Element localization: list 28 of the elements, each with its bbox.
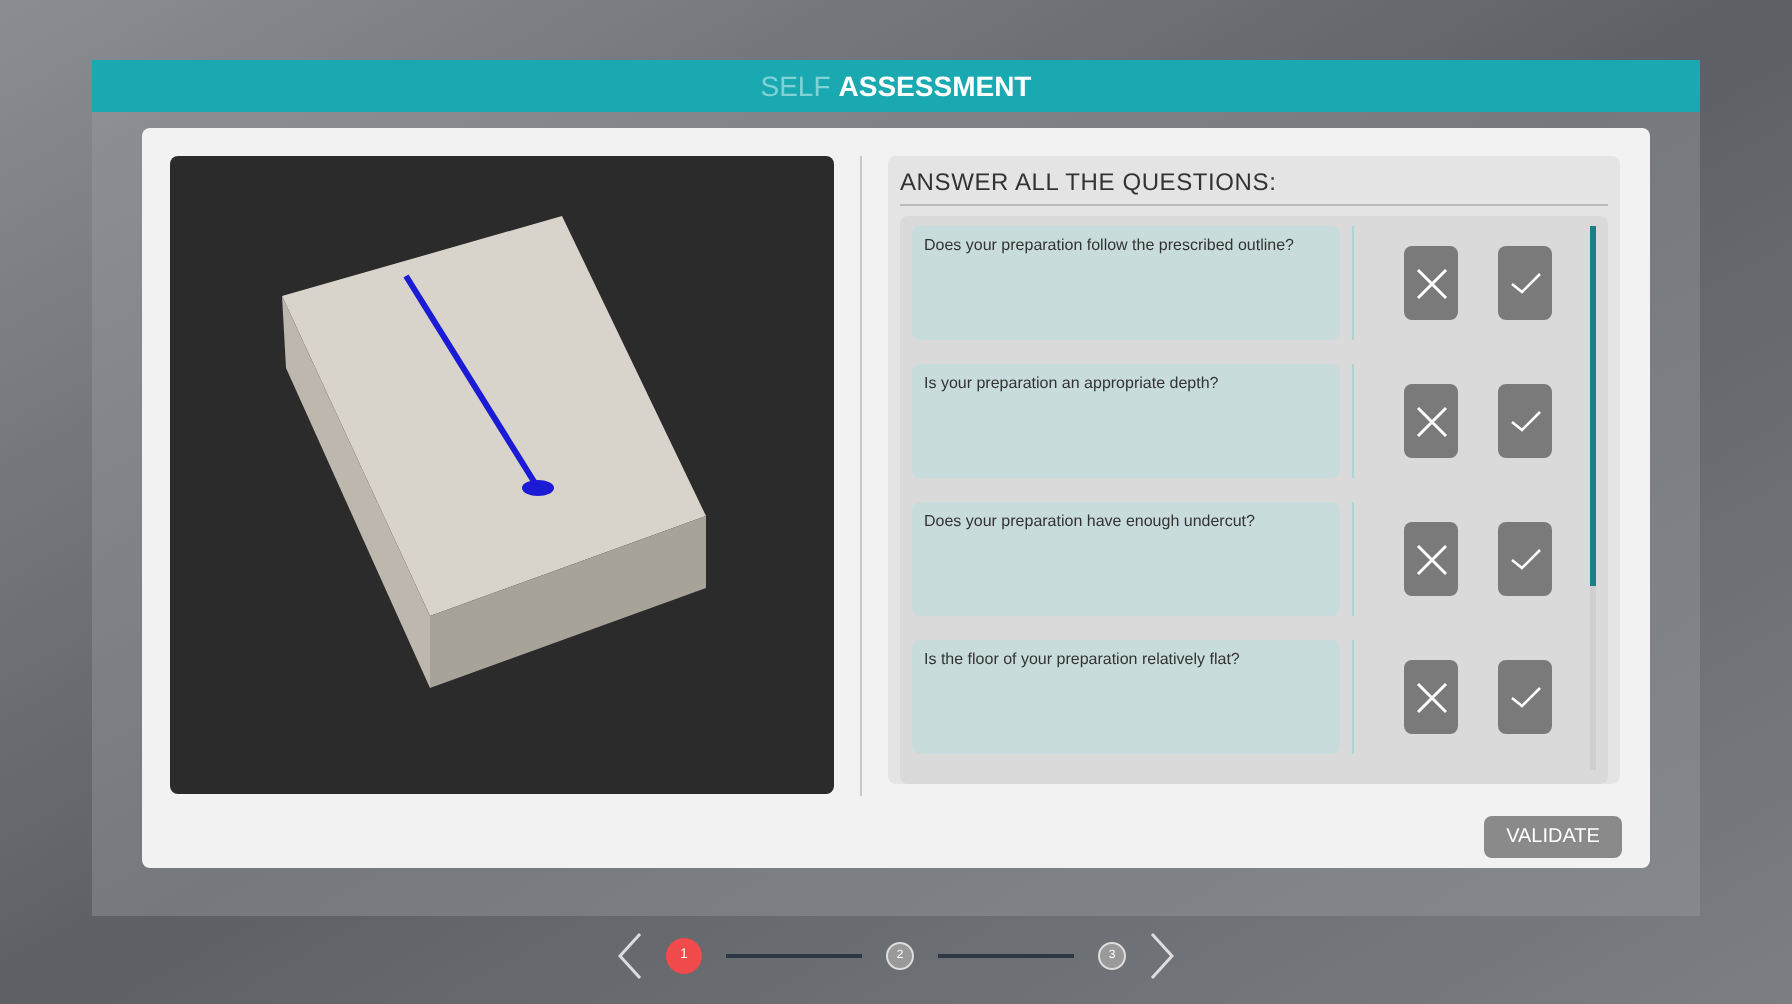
question-card: Is your preparation an appropriate depth? — [912, 364, 1340, 478]
close-icon — [1413, 679, 1449, 715]
no-button[interactable] — [1404, 660, 1458, 734]
question-card: Is the floor of your preparation relatively flat? — [912, 640, 1340, 754]
scrollbar-thumb[interactable] — [1590, 226, 1596, 586]
dialog-title: ASSESSMENT — [838, 67, 1032, 105]
yes-button[interactable] — [1498, 246, 1552, 320]
no-button[interactable] — [1404, 384, 1458, 458]
questions-heading: ANSWER ALL THE QUESTIONS: — [900, 164, 1608, 206]
check-icon — [1509, 547, 1541, 571]
chevron-right-icon[interactable] — [1150, 932, 1174, 980]
check-icon — [1509, 685, 1541, 709]
question-card: Does your preparation follow the prescribed outline? — [912, 226, 1340, 340]
yes-button[interactable] — [1498, 522, 1552, 596]
title-prefix: SELF — [760, 67, 831, 105]
scrollbar-track[interactable] — [1590, 226, 1596, 770]
check-icon — [1509, 271, 1541, 295]
yes-button[interactable] — [1498, 384, 1552, 458]
yes-button[interactable] — [1498, 660, 1552, 734]
check-icon — [1509, 409, 1541, 433]
question-card: Does your preparation have enough undercut? — [912, 502, 1340, 616]
close-icon — [1413, 541, 1449, 577]
close-icon — [1413, 265, 1449, 301]
validate-button[interactable]: VALIDATE — [1484, 816, 1622, 858]
close-icon — [1413, 403, 1449, 439]
chevron-left-icon[interactable] — [618, 932, 642, 980]
no-button[interactable] — [1404, 246, 1458, 320]
no-button[interactable] — [1404, 522, 1458, 596]
